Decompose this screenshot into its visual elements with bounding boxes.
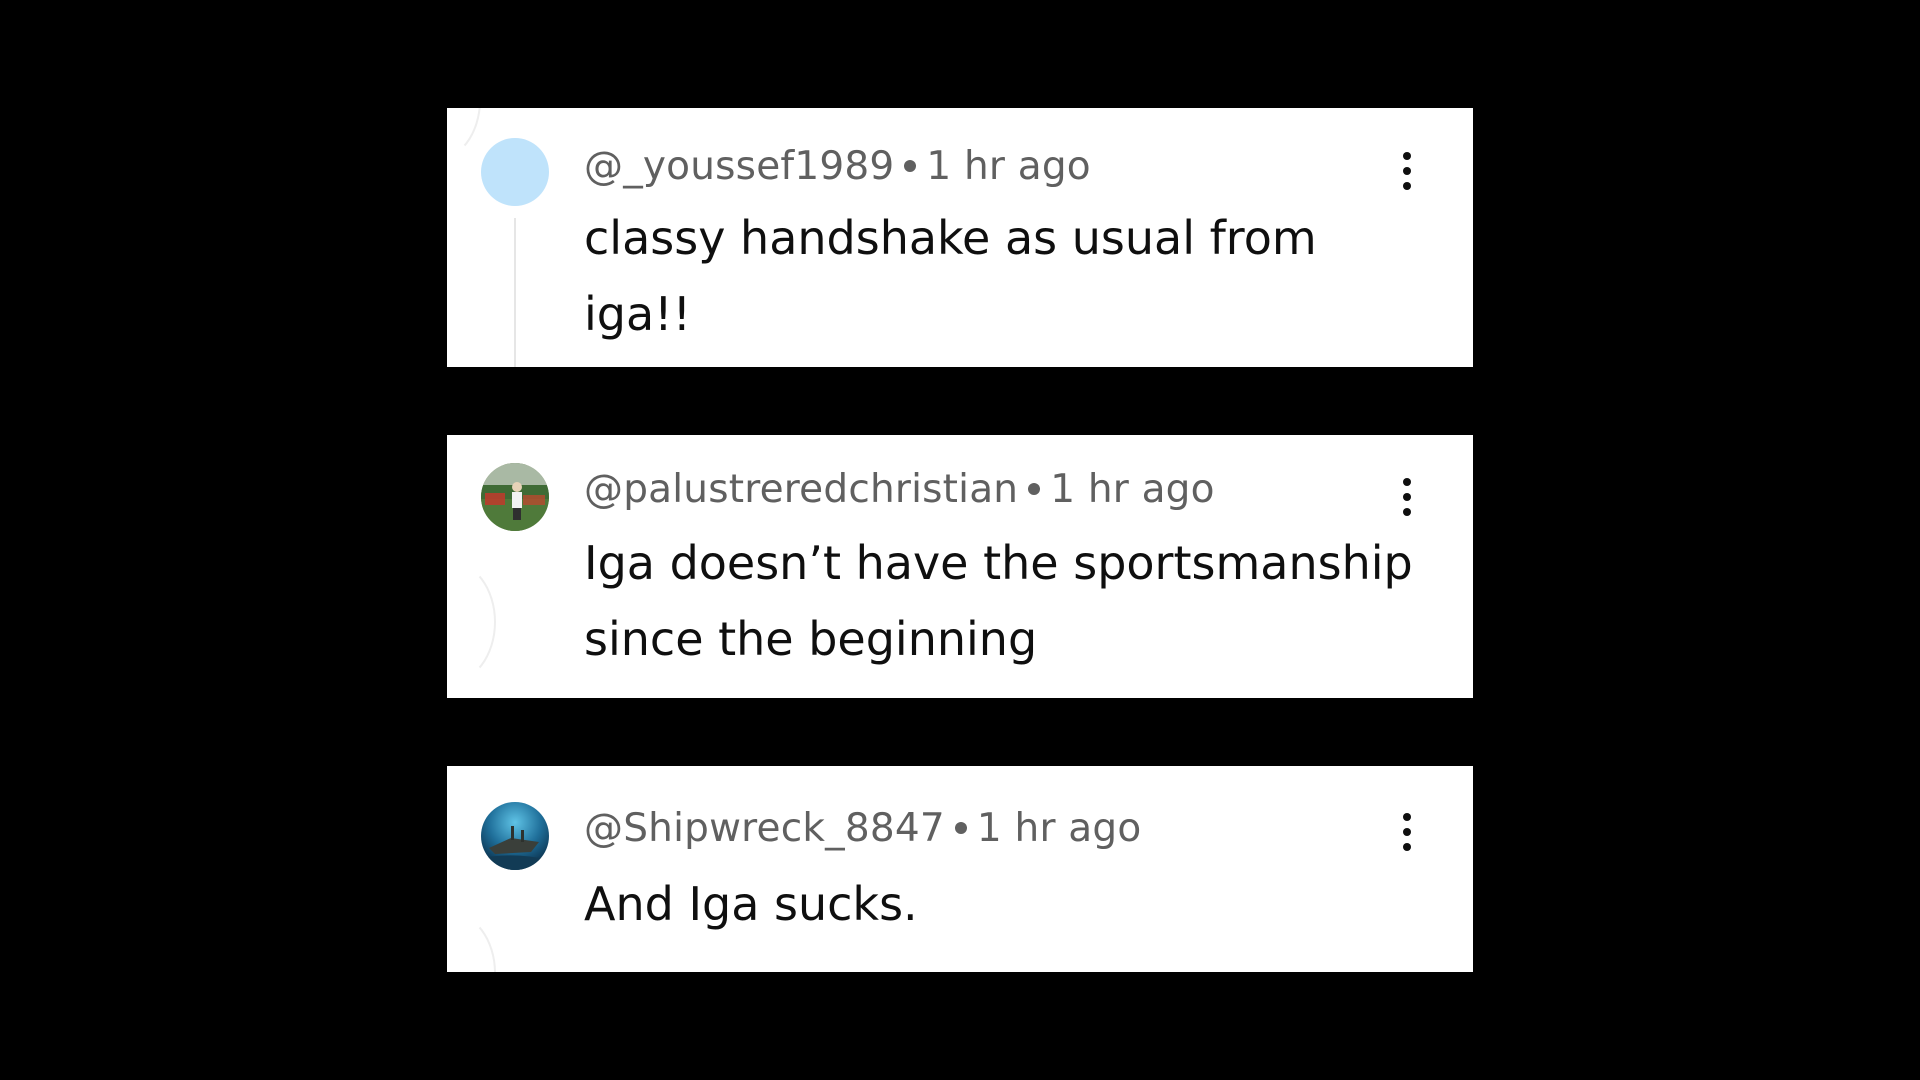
avatar[interactable] [481, 463, 549, 531]
thread-connector [447, 108, 481, 162]
comment-meta: @palustreredchristian 1 hr ago [584, 467, 1215, 512]
more-vert-icon[interactable] [1397, 476, 1417, 520]
thread-connector [447, 560, 496, 684]
avatar[interactable] [481, 138, 549, 206]
more-vert-icon[interactable] [1397, 811, 1417, 855]
separator-dot [954, 821, 967, 834]
comment-timestamp[interactable]: 1 hr ago [926, 144, 1090, 189]
comment-meta: @Shipwreck_8847 1 hr ago [584, 806, 1141, 851]
comment-text: classy handshake as usual from iga!! [584, 211, 1317, 341]
comment-text: Iga doesn’t have the sportsmanship since… [584, 536, 1413, 666]
comment-timestamp[interactable]: 1 hr ago [977, 806, 1141, 851]
comment-text: And Iga sucks. [584, 877, 918, 931]
avatar-photo [481, 463, 549, 531]
comment-author-handle[interactable]: @Shipwreck_8847 [584, 806, 945, 851]
avatar[interactable] [481, 802, 549, 870]
comment-meta: @_youssef1989 1 hr ago [584, 144, 1091, 189]
comment-card: @palustreredchristian 1 hr ago Iga doesn’… [447, 435, 1473, 698]
comment-author-handle[interactable]: @_youssef1989 [584, 144, 894, 189]
reply-thread-line [514, 218, 516, 367]
comment-author-handle[interactable]: @palustreredchristian [584, 467, 1018, 512]
comment-card: @Shipwreck_8847 1 hr ago And Iga sucks. [447, 766, 1473, 972]
avatar-photo [481, 802, 549, 870]
comment-timestamp[interactable]: 1 hr ago [1050, 467, 1214, 512]
more-vert-icon[interactable] [1397, 150, 1417, 194]
comments-screenshot: @_youssef1989 1 hr ago classy handshake a… [0, 0, 1920, 1080]
comment-card: @_youssef1989 1 hr ago classy handshake a… [447, 108, 1473, 367]
separator-dot [904, 159, 917, 172]
separator-dot [1028, 482, 1041, 495]
thread-connector [447, 911, 496, 972]
